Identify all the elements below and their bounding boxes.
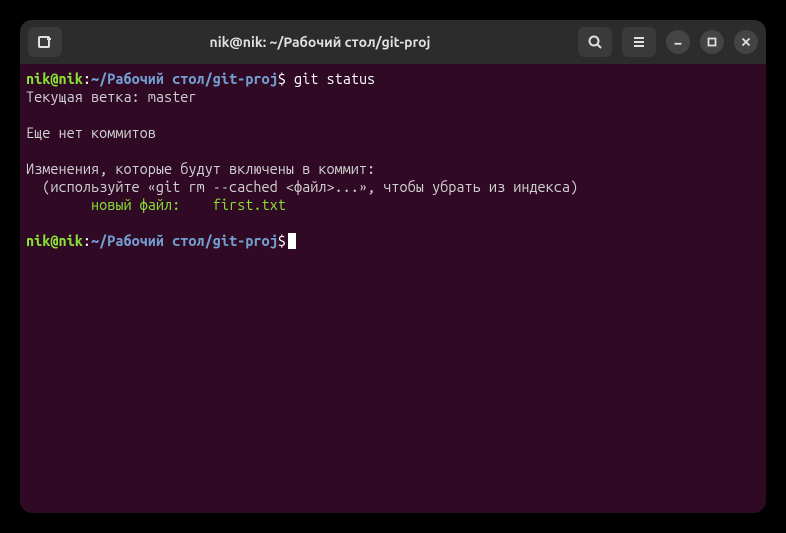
close-icon [739,35,753,49]
menu-button[interactable] [622,27,656,57]
new-tab-button[interactable] [28,27,62,57]
hamburger-icon [631,34,647,50]
close-button[interactable] [734,30,758,54]
terminal-body[interactable]: nik@nik:~/Рабочий стол/git-proj$ git sta… [20,64,766,256]
prompt-path: ~/Рабочий стол/git-proj [91,232,278,249]
output-line: Еще нет коммитов [26,124,760,142]
prompt-colon: : [83,70,91,87]
prompt-dollar: $ [278,232,286,249]
output-line: Текущая ветка: master [26,88,760,106]
new-file-name: first.txt [213,196,286,213]
minimize-icon [671,35,685,49]
window-title: nik@nik: ~/Рабочий стол/git-proj [68,34,572,50]
titlebar-left [28,27,62,57]
prompt-user: nik@nik [26,232,83,249]
maximize-button[interactable] [700,30,724,54]
output-line [26,214,760,232]
titlebar: nik@nik: ~/Рабочий стол/git-proj [20,20,766,64]
new-file-label: новый файл: [26,196,213,213]
command-text: git status [286,70,375,87]
output-line: (используйте «git rm --cached <файл>...»… [26,178,760,196]
prompt-dollar: $ [278,70,286,87]
search-button[interactable] [578,27,612,57]
titlebar-right [578,27,758,57]
prompt-line-1: nik@nik:~/Рабочий стол/git-proj$ git sta… [26,70,760,88]
search-icon [587,34,603,50]
prompt-path: ~/Рабочий стол/git-proj [91,70,278,87]
output-line [26,142,760,160]
terminal-window: nik@nik: ~/Рабочий стол/git-proj [20,20,766,513]
output-line: Изменения, которые будут включены в комм… [26,160,760,178]
maximize-icon [705,35,719,49]
prompt-colon: : [83,232,91,249]
cursor [288,233,296,249]
prompt-line-2: nik@nik:~/Рабочий стол/git-proj$ [26,232,760,250]
new-tab-icon [37,34,53,50]
prompt-user: nik@nik [26,70,83,87]
output-line [26,106,760,124]
minimize-button[interactable] [666,30,690,54]
output-line: новый файл: first.txt [26,196,760,214]
